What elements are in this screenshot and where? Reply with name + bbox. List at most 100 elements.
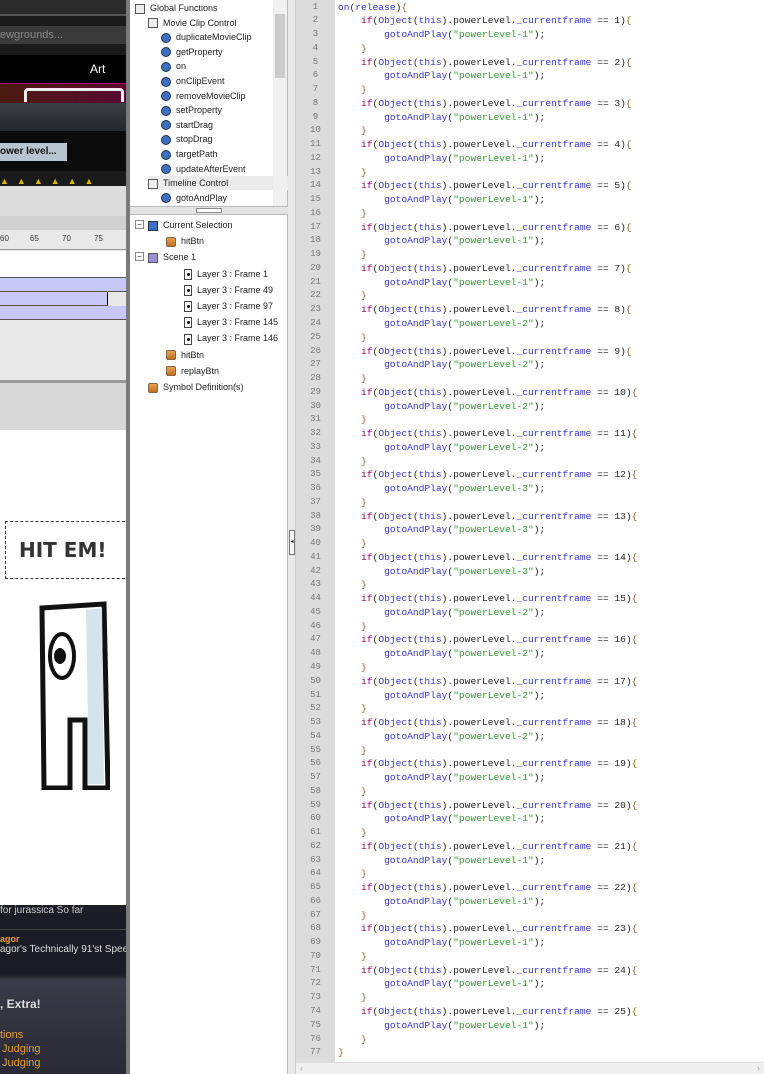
code-line[interactable]: gotoAndPlay("powerLevel-1"); <box>338 895 545 909</box>
code-line[interactable]: gotoAndPlay("powerLevel-2"); <box>338 689 545 703</box>
code-line[interactable]: gotoAndPlay("powerLevel-1"); <box>338 276 545 290</box>
tree-item[interactable]: replayBtn <box>166 364 219 378</box>
tree-item[interactable]: Symbol Definition(s) <box>148 380 244 394</box>
code-line[interactable]: if(Object(this).powerLevel._currentframe… <box>338 757 637 771</box>
code-line[interactable]: if(Object(this).powerLevel._currentframe… <box>338 881 637 895</box>
feed-link[interactable]: Judging <box>2 1057 41 1069</box>
code-line[interactable]: } <box>338 496 367 510</box>
tree-item[interactable]: Timeline Control <box>148 176 288 191</box>
code-line[interactable]: if(Object(this).powerLevel._currentframe… <box>338 716 637 730</box>
tree-item[interactable]: Layer 3 : Frame 1 <box>184 267 268 281</box>
code-line[interactable]: if(Object(this).powerLevel._currentframe… <box>338 592 637 606</box>
code-line[interactable]: gotoAndPlay("powerLevel-2"); <box>338 441 545 455</box>
address-bar[interactable]: ewgrounds... <box>0 26 126 44</box>
tween-layer[interactable] <box>0 278 126 292</box>
tree-item[interactable]: Layer 3 : Frame 49 <box>184 283 273 297</box>
code-line[interactable]: } <box>338 785 367 799</box>
tree-item[interactable]: hitBtn <box>166 348 204 362</box>
code-line[interactable]: gotoAndPlay("powerLevel-1"); <box>338 771 545 785</box>
feed-link[interactable]: Judging <box>2 1043 41 1055</box>
tree-item[interactable]: stopDrag <box>161 132 213 146</box>
feed-link[interactable]: tions <box>0 1029 23 1041</box>
code-line[interactable]: on(release){ <box>338 1 407 15</box>
code-line[interactable]: gotoAndPlay("powerLevel-3"); <box>338 565 545 579</box>
tree-item[interactable]: setProperty <box>161 103 222 117</box>
code-line[interactable]: } <box>338 331 367 345</box>
tree-item[interactable]: gotoAndPlay <box>161 191 227 205</box>
tree-item[interactable]: startDrag <box>161 118 213 132</box>
code-line[interactable]: if(Object(this).powerLevel._currentframe… <box>338 138 632 152</box>
code-line[interactable]: gotoAndPlay("powerLevel-1"); <box>338 854 545 868</box>
nav-link-art[interactable]: Art <box>90 62 105 76</box>
code-line[interactable]: gotoAndPlay("powerLevel-1"); <box>338 977 545 991</box>
code-line[interactable]: } <box>338 372 367 386</box>
code-line[interactable]: } <box>338 413 367 427</box>
collapse-handle[interactable]: ◂ <box>289 530 295 555</box>
code-line[interactable]: } <box>338 537 367 551</box>
tree-item[interactable]: − Current Selection <box>135 218 233 232</box>
code-line[interactable]: if(Object(this).powerLevel._currentframe… <box>338 427 637 441</box>
code-line[interactable]: } <box>338 207 367 221</box>
code-line[interactable]: if(Object(this).powerLevel._currentframe… <box>338 386 637 400</box>
tree-item[interactable]: Layer 3 : Frame 97 <box>184 299 273 313</box>
tree-item[interactable]: duplicateMovieClip <box>161 30 252 44</box>
code-line[interactable]: if(Object(this).powerLevel._currentframe… <box>338 14 632 28</box>
code-line[interactable]: gotoAndPlay("powerLevel-1"); <box>338 111 545 125</box>
feed-author[interactable]: agor <box>0 934 20 944</box>
code-line[interactable]: } <box>338 744 367 758</box>
code-line[interactable]: if(Object(this).powerLevel._currentframe… <box>338 633 637 647</box>
code-line[interactable]: } <box>338 909 367 923</box>
tree-item[interactable]: Layer 3 : Frame 145 <box>184 315 278 329</box>
code-line[interactable]: gotoAndPlay("powerLevel-1"); <box>338 28 545 42</box>
code-line[interactable]: } <box>338 289 367 303</box>
panel-splitter[interactable] <box>130 206 288 215</box>
tree-item[interactable]: Movie Clip Control <box>148 16 237 30</box>
collapse-toggle-icon[interactable]: − <box>135 220 144 229</box>
code-line[interactable]: } <box>338 248 367 262</box>
code-line[interactable]: if(Object(this).powerLevel._currentframe… <box>338 468 637 482</box>
collapse-toggle-icon[interactable]: − <box>135 252 144 262</box>
code-line[interactable]: } <box>338 991 367 1005</box>
code-line[interactable]: gotoAndPlay("powerLevel-1"); <box>338 812 545 826</box>
code-line[interactable]: } <box>338 42 367 56</box>
tree-item[interactable]: Layer 3 : Frame 146 <box>184 331 278 345</box>
tree-item[interactable]: − Scene 1 <box>135 250 196 264</box>
code-line[interactable]: } <box>338 83 367 97</box>
panel-divider[interactable]: ◂ <box>288 0 296 1074</box>
script-editor[interactable]: on(release){ if(Object(this).powerLevel.… <box>335 0 764 1062</box>
tree-item[interactable]: updateAfterEvent <box>161 162 246 176</box>
tree-item[interactable]: getProperty <box>161 45 223 59</box>
code-line[interactable]: } <box>338 455 367 469</box>
tree-item[interactable]: targetPath <box>161 147 218 161</box>
code-line[interactable]: gotoAndPlay("powerLevel-1"); <box>338 234 545 248</box>
code-line[interactable]: gotoAndPlay("powerLevel-1"); <box>338 69 545 83</box>
code-line[interactable]: gotoAndPlay("powerLevel-2"); <box>338 730 545 744</box>
code-line[interactable]: gotoAndPlay("powerLevel-2"); <box>338 358 545 372</box>
code-line[interactable]: if(Object(this).powerLevel._currentframe… <box>338 221 632 235</box>
hit-em-button[interactable]: HIT EM! <box>5 521 126 579</box>
code-line[interactable]: } <box>338 867 367 881</box>
code-line[interactable]: if(Object(this).powerLevel._currentframe… <box>338 510 637 524</box>
feed-item[interactable]: for jurassica So far <box>0 905 83 916</box>
code-line[interactable]: if(Object(this).powerLevel._currentframe… <box>338 799 637 813</box>
code-line[interactable]: gotoAndPlay("powerLevel-2"); <box>338 400 545 414</box>
code-line[interactable]: } <box>338 124 367 138</box>
tree-item[interactable]: hitBtn <box>166 234 204 248</box>
tree-item[interactable]: Global Functions <box>135 1 218 15</box>
tree-item[interactable]: on <box>161 59 186 73</box>
code-line[interactable]: } <box>338 826 367 840</box>
code-line[interactable]: } <box>338 620 367 634</box>
horizontal-scrollbar[interactable]: ‹ › <box>296 1062 764 1074</box>
tree-item[interactable]: removeMovieClip <box>161 89 246 103</box>
tween-layer[interactable] <box>0 306 126 320</box>
code-line[interactable]: if(Object(this).powerLevel._currentframe… <box>338 345 632 359</box>
code-line[interactable]: if(Object(this).powerLevel._currentframe… <box>338 840 637 854</box>
tween-layer[interactable] <box>0 292 108 306</box>
code-line[interactable]: if(Object(this).powerLevel._currentframe… <box>338 922 637 936</box>
code-line[interactable]: if(Object(this).powerLevel._currentframe… <box>338 1005 637 1019</box>
code-line[interactable]: if(Object(this).powerLevel._currentframe… <box>338 964 637 978</box>
code-line[interactable]: if(Object(this).powerLevel._currentframe… <box>338 303 632 317</box>
power-level-button[interactable]: ower level... <box>0 143 67 161</box>
code-line[interactable]: } <box>338 661 367 675</box>
code-line[interactable]: } <box>338 702 367 716</box>
